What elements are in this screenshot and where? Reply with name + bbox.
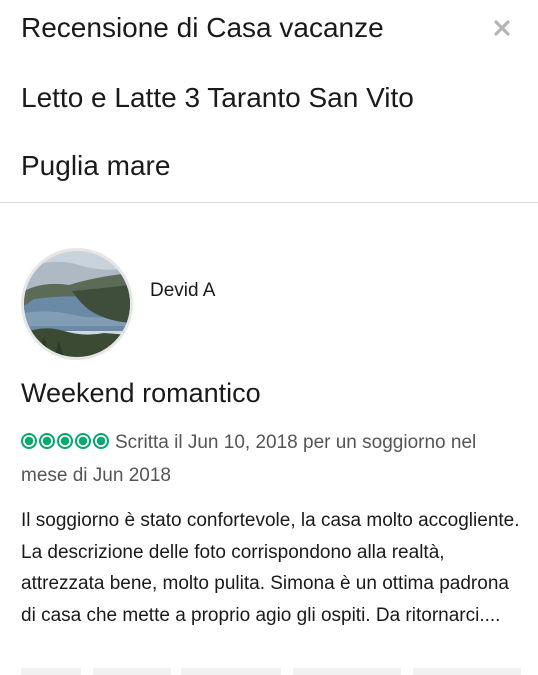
modal-header: Recensione di Casa vacanze Letto e Latte…: [0, 0, 538, 203]
modal-title-line-3: Puglia mare: [21, 150, 171, 181]
modal-title-line-1: Recensione di Casa vacanze: [21, 12, 384, 43]
truncated-text-line: [21, 668, 521, 675]
lake-landscape-avatar: [24, 251, 130, 357]
review-title[interactable]: Weekend romantico: [21, 376, 261, 410]
avatar[interactable]: [21, 248, 133, 360]
review-meta-row: Scritta il Jun 10, 2018 per un soggiorno…: [21, 427, 521, 491]
close-button[interactable]: [488, 14, 516, 42]
close-icon: [494, 20, 510, 36]
review-body-text: Il soggiorno è stato confortevole, la ca…: [21, 510, 520, 626]
rating-bubbles: [21, 429, 109, 460]
modal-title-line-2: Letto e Latte 3 Taranto San Vito: [21, 82, 414, 113]
review-author-name[interactable]: Devid A: [150, 279, 215, 303]
rating-bubbles-icon: [21, 433, 109, 449]
